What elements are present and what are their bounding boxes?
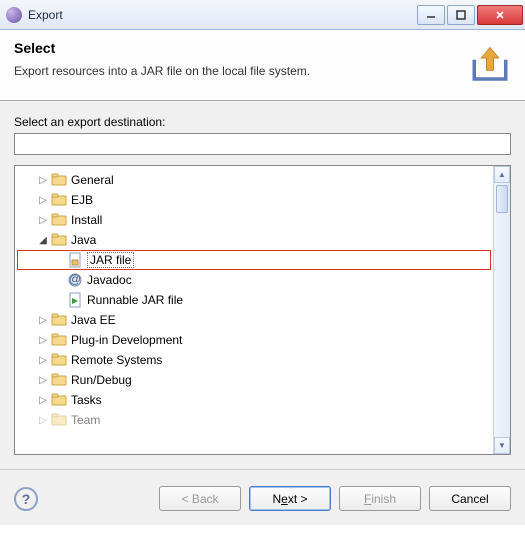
finish-button[interactable]: Finish xyxy=(339,486,421,511)
page-description: Export resources into a JAR file on the … xyxy=(14,64,459,78)
tree-label: JAR file xyxy=(90,253,131,267)
tree-node-tasks[interactable]: ▷ Tasks xyxy=(17,390,491,410)
tree-node-jar-file[interactable]: JAR file xyxy=(17,250,491,270)
folder-icon xyxy=(51,172,67,188)
chevron-right-icon[interactable]: ▷ xyxy=(37,394,49,406)
tree-node-ejb[interactable]: ▷ EJB xyxy=(17,190,491,210)
filter-input[interactable] xyxy=(14,133,511,155)
folder-icon xyxy=(51,392,67,408)
tree-node-javaee[interactable]: ▷ Java EE xyxy=(17,310,491,330)
tree-label: Plug-in Development xyxy=(71,333,182,347)
export-tree[interactable]: ▷ General ▷ EJB ▷ Install ◢ Java JAR file @ J… xyxy=(15,166,493,454)
tree-container: ▷ General ▷ EJB ▷ Install ◢ Java JAR file @ J… xyxy=(14,165,511,455)
folder-icon xyxy=(51,332,67,348)
tree-label: Java EE xyxy=(71,313,116,327)
javadoc-icon: @ xyxy=(67,272,83,288)
folder-icon xyxy=(51,352,67,368)
app-icon xyxy=(6,7,22,23)
close-button[interactable] xyxy=(477,5,523,25)
jar-file-icon xyxy=(67,252,83,268)
tree-node-rundebug[interactable]: ▷ Run/Debug xyxy=(17,370,491,390)
tree-node-remote[interactable]: ▷ Remote Systems xyxy=(17,350,491,370)
filter-label: Select an export destination: xyxy=(14,115,511,129)
svg-text:@: @ xyxy=(69,272,81,286)
title-bar: Export xyxy=(0,0,525,30)
scroll-down-icon[interactable]: ▼ xyxy=(494,437,510,454)
chevron-right-icon[interactable]: ▷ xyxy=(37,334,49,346)
scroll-thumb[interactable] xyxy=(496,185,508,213)
scrollbar[interactable]: ▲ ▼ xyxy=(493,166,510,454)
tree-label: Remote Systems xyxy=(71,353,162,367)
runnable-jar-icon xyxy=(67,292,83,308)
chevron-right-icon[interactable]: ▷ xyxy=(37,194,49,206)
chevron-right-icon[interactable]: ▷ xyxy=(37,414,49,426)
tree-node-general[interactable]: ▷ General xyxy=(17,170,491,190)
export-icon xyxy=(469,44,511,86)
chevron-right-icon[interactable]: ▷ xyxy=(37,314,49,326)
cancel-button[interactable]: Cancel xyxy=(429,486,511,511)
button-bar: ? < Back Next > Finish Cancel xyxy=(0,469,525,525)
next-button[interactable]: Next > xyxy=(249,486,331,511)
tree-label: Run/Debug xyxy=(71,373,132,387)
tree-node-java[interactable]: ◢ Java xyxy=(17,230,491,250)
wizard-content: Select an export destination: ▷ General ▷… xyxy=(0,101,525,469)
wizard-header: Select Export resources into a JAR file … xyxy=(0,30,525,101)
tree-label: Java xyxy=(71,233,96,247)
folder-icon xyxy=(51,192,67,208)
folder-icon xyxy=(51,412,67,428)
tree-node-javadoc[interactable]: @ Javadoc xyxy=(17,270,491,290)
chevron-right-icon[interactable]: ▷ xyxy=(37,214,49,226)
page-title: Select xyxy=(14,40,459,56)
folder-icon xyxy=(51,372,67,388)
back-button[interactable]: < Back xyxy=(159,486,241,511)
chevron-right-icon[interactable]: ▷ xyxy=(37,174,49,186)
help-button[interactable]: ? xyxy=(14,487,38,511)
folder-open-icon xyxy=(51,232,67,248)
tree-label: Team xyxy=(71,413,100,427)
tree-label: EJB xyxy=(71,193,93,207)
tree-node-install[interactable]: ▷ Install xyxy=(17,210,491,230)
scroll-up-icon[interactable]: ▲ xyxy=(494,166,510,183)
window-controls xyxy=(417,5,525,25)
tree-label: Javadoc xyxy=(87,273,132,287)
window-title: Export xyxy=(28,8,63,22)
tree-label: Runnable JAR file xyxy=(87,293,183,307)
tree-label: General xyxy=(71,173,114,187)
folder-icon xyxy=(51,312,67,328)
tree-label: Tasks xyxy=(71,393,102,407)
minimize-button[interactable] xyxy=(417,5,445,25)
chevron-down-icon[interactable]: ◢ xyxy=(37,234,49,246)
chevron-right-icon[interactable]: ▷ xyxy=(37,354,49,366)
tree-label: Install xyxy=(71,213,102,227)
maximize-button[interactable] xyxy=(447,5,475,25)
chevron-right-icon[interactable]: ▷ xyxy=(37,374,49,386)
tree-node-runnable-jar[interactable]: Runnable JAR file xyxy=(17,290,491,310)
tree-node-team[interactable]: ▷ Team xyxy=(17,410,491,430)
tree-node-plugin[interactable]: ▷ Plug-in Development xyxy=(17,330,491,350)
folder-icon xyxy=(51,212,67,228)
